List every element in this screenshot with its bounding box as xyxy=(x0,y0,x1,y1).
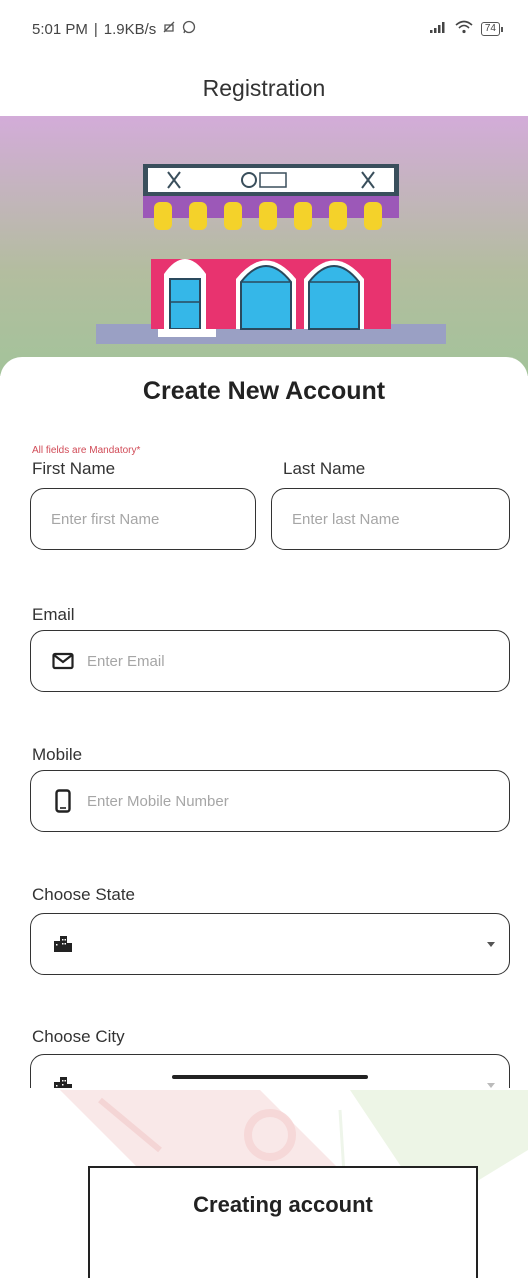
last-name-field[interactable] xyxy=(271,488,510,550)
status-right: 74 xyxy=(429,20,504,37)
app-bar: Registration xyxy=(0,62,528,114)
first-name-input[interactable] xyxy=(31,510,255,528)
signal-icon xyxy=(429,21,447,37)
chevron-down-icon xyxy=(487,942,495,947)
first-name-field[interactable] xyxy=(30,488,256,550)
progress-message: Creating account xyxy=(193,1192,373,1217)
email-input[interactable] xyxy=(75,652,509,670)
registration-card: Create New Account All fields are Mandat… xyxy=(0,357,528,1116)
wifi-icon xyxy=(455,20,473,37)
status-separator: | xyxy=(93,20,98,38)
form-title: Create New Account xyxy=(142,377,386,405)
notification-icon xyxy=(162,20,176,38)
hero-banner xyxy=(0,116,528,376)
mobile-label: Mobile xyxy=(32,745,83,764)
status-bar: 5:01 PM | 1.9KB/s 74 xyxy=(0,0,528,62)
city-icon xyxy=(51,932,75,956)
status-network-speed: 1.9KB/s xyxy=(103,20,157,38)
city-label: Choose City xyxy=(32,1027,125,1046)
status-left: 5:01 PM | 1.9KB/s xyxy=(32,20,196,38)
phone-icon xyxy=(51,789,75,813)
status-time: 5:01 PM xyxy=(32,20,88,38)
last-name-label: Last Name xyxy=(283,459,366,478)
shop-illustration xyxy=(96,164,446,344)
state-dropdown[interactable] xyxy=(30,913,510,975)
mail-icon xyxy=(51,649,75,673)
first-name-label: First Name xyxy=(32,459,116,478)
last-name-input[interactable] xyxy=(272,510,509,528)
email-label: Email xyxy=(32,605,75,624)
state-label: Choose State xyxy=(32,885,136,904)
whatsapp-icon xyxy=(182,20,196,38)
page-title: Registration xyxy=(202,75,326,101)
mandatory-note: All fields are Mandatory* xyxy=(32,445,141,456)
progress-dialog: Creating account xyxy=(88,1166,478,1278)
mobile-field[interactable] xyxy=(30,770,510,832)
battery-icon: 74 xyxy=(480,21,504,36)
mobile-input[interactable] xyxy=(75,792,509,810)
email-field[interactable] xyxy=(30,630,510,692)
gesture-bar[interactable] xyxy=(172,1075,368,1079)
